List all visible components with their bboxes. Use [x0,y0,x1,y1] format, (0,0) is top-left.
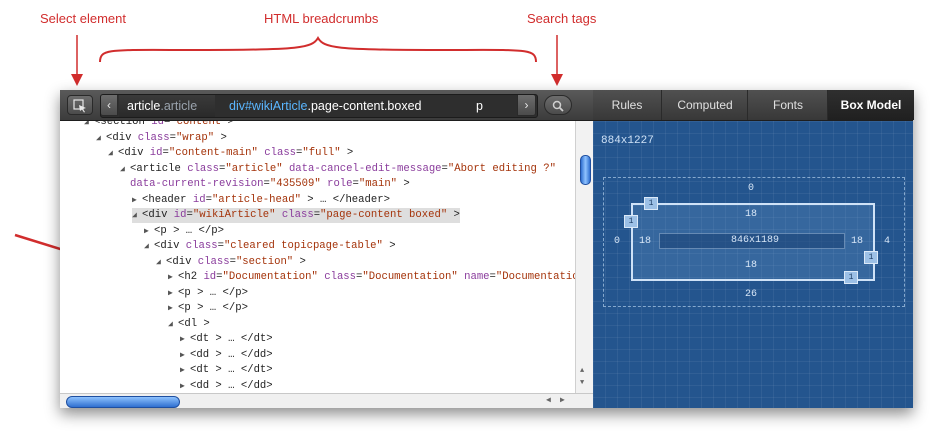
dom-node-text: data-current-revision="435509" role="mai… [130,178,410,190]
expand-triangle-icon[interactable]: ▶ [180,363,190,378]
dom-node-text: <p > … </p> [178,286,248,299]
dom-node-line[interactable]: ▶ <dd > … </dd> [180,379,273,394]
inspector-toolbar: ‹ article.article div#wikiArticle.page-c… [60,90,593,121]
dom-node-line[interactable]: data-current-revision="435509" role="mai… [120,177,410,192]
dom-node-text: <dt > … </dt> [190,364,273,376]
vertical-scrollbar[interactable]: ▲ ▼ [575,121,593,393]
dom-node-line[interactable]: ◢ <div class="wrap" > [96,131,227,146]
magnifier-icon [552,100,564,112]
dom-node-line[interactable]: ◢ <dl > [168,317,210,332]
collapse-triangle-icon[interactable]: ◢ [120,162,130,177]
expand-triangle-icon[interactable]: ▶ [180,348,190,363]
margin-left-value: 0 [614,236,621,247]
breadcrumb-next-button[interactable]: › [517,95,536,116]
select-element-icon [73,99,86,113]
tab-fonts[interactable]: Fonts [747,90,828,120]
scroll-right-arrow-icon[interactable]: ▶ [560,395,565,405]
dom-node-line[interactable]: ◢ <div class="section" > [156,255,306,270]
dom-node-text: <dt > … </dt> [190,333,273,345]
breadcrumb-p[interactable]: p [476,95,483,117]
padding-left-value: 18 [639,236,652,247]
padding-right-value: 18 [851,236,864,247]
vertical-scroll-thumb[interactable] [580,155,591,185]
dom-node-line[interactable]: ◢ <section id="content"> [84,121,234,130]
collapse-triangle-icon[interactable]: ◢ [84,121,94,130]
dom-node-text: <header id="article-head" > … </header> [142,193,390,206]
content-size-value: 846x1189 [731,235,780,246]
dom-node-text: <h2 id="Documentation" class="Documentat… [178,271,593,283]
box-model-panel: 884x1227 0 4 26 0 18 18 18 18 846x1189 1… [593,121,913,408]
dom-node-line[interactable]: ▶ <p > … </p> [168,301,248,316]
dom-node-line[interactable]: ▶ <p > … </p> [144,224,224,239]
brace-breadcrumbs [99,36,537,63]
breadcrumb-article[interactable]: article.article [127,95,197,117]
collapse-triangle-icon[interactable]: ◢ [156,255,166,270]
margin-top-value: 0 [748,183,755,194]
padding-top-value: 18 [745,209,758,220]
scroll-left-arrow-icon[interactable]: ◀ [546,395,551,405]
border-badge-right: 1 [864,251,878,264]
expand-triangle-icon[interactable]: ▶ [180,332,190,347]
horizontal-scrollbar[interactable]: ◀ ▶ [60,393,593,408]
dom-node-text: <div class="cleared topicpage-table" > [154,240,396,252]
scroll-up-arrow-icon[interactable]: ▲ [580,367,584,375]
dom-node-line[interactable]: ▶ <h2 id="Documentation" class="Documenta… [168,270,593,285]
dom-node-text: <dd > … </dd> [190,379,273,392]
breadcrumbs: ‹ article.article div#wikiArticle.page-c… [100,94,538,118]
collapse-triangle-icon[interactable]: ◢ [96,131,106,146]
markup-view: ◢ <section id="content"> ◢ <div class="wrap… [60,121,593,408]
breadcrumb-prev-button[interactable]: ‹ [101,95,118,116]
collapse-triangle-icon[interactable]: ◢ [144,239,154,254]
margin-right-value: 4 [884,236,891,247]
dom-node-line[interactable]: ▶ <header id="article-head" > … </header> [132,193,390,208]
dom-node-line[interactable]: ▶ <dt > … </dt> [180,363,273,378]
border-badge-top: 1 [644,197,658,210]
padding-bottom-value: 18 [745,260,758,271]
sidebar-tabs: Rules Computed Fonts Box Model [593,90,914,121]
dom-node-text: <div id="wikiArticle" class="page-conten… [142,209,460,221]
tab-box-model[interactable]: Box Model [827,90,914,120]
dom-node-line[interactable]: ◢ <div id="wikiArticle" class="page-conte… [132,208,460,223]
dom-node-text: <section id="content"> [94,121,234,128]
dom-node-text: <dl > [178,317,210,330]
dom-node-text: <div class="wrap" > [106,131,227,144]
collapse-triangle-icon[interactable]: ◢ [132,208,142,223]
collapse-triangle-icon[interactable]: ◢ [108,146,118,161]
expand-triangle-icon[interactable]: ▶ [144,224,154,239]
border-badge-left: 1 [624,215,638,228]
dom-node-line[interactable]: ◢ <article class="article" data-cancel-ed… [120,162,556,177]
dom-node-text: <p > … </p> [154,224,224,237]
collapse-triangle-icon[interactable]: ◢ [168,317,178,332]
dom-node-line[interactable]: ◢ <div class="cleared topicpage-table" > [144,239,396,254]
tab-rules[interactable]: Rules [593,90,661,120]
expand-triangle-icon[interactable]: ▶ [168,301,178,316]
dom-node-line[interactable]: ▶ <dd > … </dd> [180,348,273,363]
expand-triangle-icon[interactable]: ▶ [168,286,178,301]
box-model-size: 884x1227 [601,135,654,147]
expand-triangle-icon[interactable]: ▶ [180,379,190,394]
horizontal-scroll-thumb[interactable] [66,396,180,408]
dom-node-text: <div id="content-main" class="full" > [118,147,354,159]
search-tags-button[interactable] [544,95,572,115]
dom-node-line[interactable]: ◢ <div id="content-main" class="full" > [108,146,353,161]
breadcrumb-wikiarticle[interactable]: div#wikiArticle.page-content.boxed [229,95,421,117]
expand-triangle-icon[interactable]: ▶ [168,270,178,285]
expand-triangle-icon[interactable]: ▶ [132,193,142,208]
scroll-down-arrow-icon[interactable]: ▼ [580,379,584,387]
dom-node-text: <dd > … </dd> [190,348,273,361]
border-badge-bottom: 1 [844,271,858,284]
tab-computed[interactable]: Computed [661,90,748,120]
dom-node-line[interactable]: ▶ <dt > … </dt> [180,332,273,347]
margin-bottom-value: 26 [745,289,758,300]
dom-node-text: <div class="section" > [166,255,306,268]
dom-node-text: <article class="article" data-cancel-edi… [130,162,556,175]
dom-node-line[interactable]: ▶ <p > … </p> [168,286,248,301]
select-element-button[interactable] [67,95,93,115]
devtools-window: ‹ article.article div#wikiArticle.page-c… [60,90,914,408]
dom-node-text: <p > … </p> [178,302,248,314]
